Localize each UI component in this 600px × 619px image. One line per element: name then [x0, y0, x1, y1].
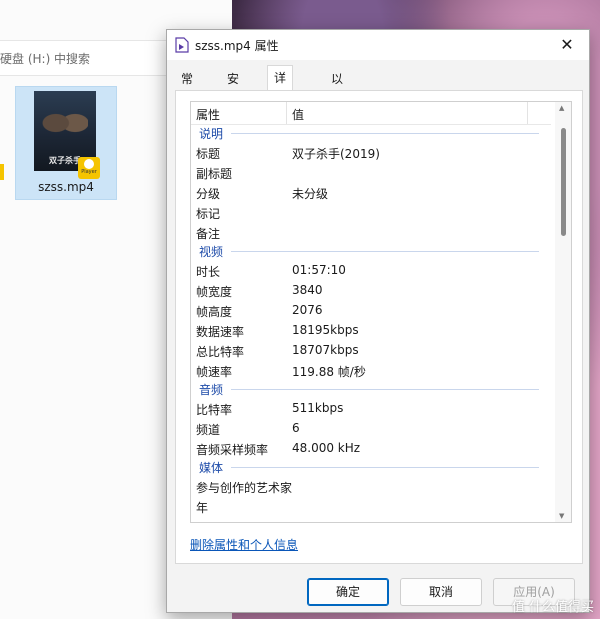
- property-name: 频道: [196, 423, 221, 437]
- file-name-label: szss.mp4: [38, 180, 94, 194]
- left-file-edge: [0, 164, 4, 180]
- property-row[interactable]: 年: [191, 496, 551, 516]
- property-list[interactable]: 属性 值 说明标题 双子杀手(2019) 副标题分级 未分级标记备注视频时长 01:57…: [190, 101, 572, 523]
- property-row[interactable]: 分级 未分级: [191, 182, 551, 202]
- tab-details[interactable]: 详细信息: [267, 65, 294, 160]
- cancel-button[interactable]: 取消: [400, 578, 482, 606]
- group-divider: [231, 133, 539, 134]
- player-badge-label: Player: [81, 169, 97, 175]
- property-value[interactable]: 01:57:10: [292, 263, 346, 277]
- poster-figures: [42, 105, 88, 145]
- property-value[interactable]: 119.88 帧/秒: [292, 363, 366, 380]
- property-row[interactable]: 参与创作的艺术家: [191, 476, 551, 496]
- group-divider: [231, 389, 539, 390]
- property-row[interactable]: 数据速率 18195kbps: [191, 320, 551, 340]
- property-row[interactable]: 标记: [191, 202, 551, 222]
- vertical-scrollbar[interactable]: ▲ ▼: [555, 102, 571, 522]
- column-header-property[interactable]: 属性: [196, 106, 220, 123]
- property-name: 标题: [196, 147, 221, 161]
- property-name: 总比特率: [196, 345, 245, 359]
- property-row[interactable]: 副标题: [191, 162, 551, 182]
- property-value[interactable]: 6: [292, 421, 300, 435]
- group-header: 媒体: [191, 458, 551, 476]
- tab-security[interactable]: 安全: [221, 68, 245, 108]
- property-name: 比特率: [196, 403, 233, 417]
- ok-button[interactable]: 确定: [307, 578, 389, 606]
- player-app-icon: Player: [78, 157, 100, 179]
- property-row[interactable]: 总比特率 18707kbps: [191, 340, 551, 360]
- property-row[interactable]: 音频采样频率 48.000 kHz: [191, 438, 551, 458]
- file-item-szss[interactable]: 双子杀手 Player szss.mp4: [15, 86, 117, 200]
- property-value[interactable]: 未分级: [292, 185, 328, 202]
- group-header: 视频: [191, 242, 551, 260]
- property-rows: 说明标题 双子杀手(2019) 副标题分级 未分级标记备注视频时长 01:57:10 帧宽…: [191, 124, 551, 516]
- dialog-titlebar: szss.mp4 属性 ✕: [167, 30, 589, 60]
- property-name: 帧高度: [196, 305, 233, 319]
- property-value[interactable]: 双子杀手(2019): [292, 145, 380, 162]
- property-value[interactable]: 18707kbps: [292, 343, 359, 357]
- group-label: 媒体: [199, 461, 224, 475]
- group-label: 音频: [199, 383, 224, 397]
- scroll-down-arrow-icon[interactable]: ▼: [559, 512, 567, 520]
- group-label: 说明: [199, 127, 224, 141]
- property-name: 副标题: [196, 167, 233, 181]
- tab-previous-versions[interactable]: 以前的版本: [325, 68, 349, 174]
- property-name: 帧宽度: [196, 285, 233, 299]
- property-name: 标记: [196, 207, 221, 221]
- group-label: 视频: [199, 245, 224, 259]
- dialog-title: szss.mp4 属性: [195, 39, 279, 53]
- property-row[interactable]: 备注: [191, 222, 551, 242]
- property-value[interactable]: 48.000 kHz: [292, 441, 360, 455]
- property-name: 参与创作的艺术家: [196, 481, 293, 495]
- property-name: 备注: [196, 227, 221, 241]
- property-name: 帧速率: [196, 365, 233, 379]
- properties-dialog: szss.mp4 属性 ✕ 常规 安全 详细信息 以前的版本 属性 值 说明标题…: [166, 29, 590, 613]
- group-divider: [231, 251, 539, 252]
- property-row[interactable]: 帧速率 119.88 帧/秒: [191, 360, 551, 380]
- property-value[interactable]: 2076: [292, 303, 323, 317]
- property-value[interactable]: 511kbps: [292, 401, 343, 415]
- property-row[interactable]: 频道 6: [191, 418, 551, 438]
- column-header-value[interactable]: 值: [292, 106, 304, 123]
- property-row[interactable]: 比特率 511kbps: [191, 398, 551, 418]
- search-placeholder: 硬盘 (H:) 中搜索: [0, 52, 91, 66]
- group-divider: [231, 467, 539, 468]
- list-header: 属性 值: [191, 102, 551, 125]
- scroll-up-arrow-icon[interactable]: ▲: [559, 104, 567, 112]
- property-name: 年: [196, 501, 209, 515]
- property-row[interactable]: 标题 双子杀手(2019): [191, 142, 551, 162]
- details-panel: 属性 值 说明标题 双子杀手(2019) 副标题分级 未分级标记备注视频时长 01:57…: [175, 90, 583, 564]
- group-header: 音频: [191, 380, 551, 398]
- video-file-icon: [175, 37, 189, 53]
- property-row[interactable]: 帧宽度 3840: [191, 280, 551, 300]
- property-value[interactable]: 3840: [292, 283, 323, 297]
- property-name: 时长: [196, 265, 221, 279]
- property-value[interactable]: 18195kbps: [292, 323, 359, 337]
- scrollbar-thumb[interactable]: [561, 128, 566, 236]
- property-name: 分级: [196, 187, 221, 201]
- property-row[interactable]: 时长 01:57:10: [191, 260, 551, 280]
- remove-properties-link[interactable]: 删除属性和个人信息: [190, 536, 298, 553]
- property-row[interactable]: 帧高度 2076: [191, 300, 551, 320]
- property-name: 数据速率: [196, 325, 245, 339]
- property-name: 音频采样频率: [196, 443, 269, 457]
- site-watermark: 值 什么值得买: [511, 600, 594, 615]
- close-button[interactable]: ✕: [545, 30, 589, 60]
- group-header: 说明: [191, 124, 551, 142]
- tab-general[interactable]: 常规: [175, 68, 199, 108]
